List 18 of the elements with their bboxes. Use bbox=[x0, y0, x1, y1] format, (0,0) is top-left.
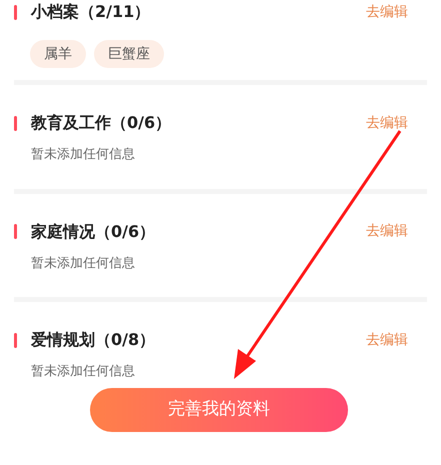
edit-link[interactable]: 去编辑 bbox=[366, 2, 408, 22]
section-title: 教育及工作（0/6） bbox=[31, 112, 172, 134]
complete-profile-button[interactable]: 完善我的资料 bbox=[90, 388, 348, 432]
section-marker bbox=[14, 224, 17, 239]
section-marker bbox=[14, 116, 17, 130]
edit-link[interactable]: 去编辑 bbox=[366, 221, 408, 242]
section-title: 爱情规划（0/8） bbox=[31, 329, 156, 351]
empty-note: 暂未添加任何信息 bbox=[31, 254, 136, 272]
section-title: 小档案（2/11） bbox=[31, 1, 150, 23]
tag: 属羊 bbox=[30, 40, 86, 68]
tag: 巨蟹座 bbox=[94, 40, 164, 68]
section-title: 家庭情况（0/6） bbox=[31, 220, 156, 242]
edit-link[interactable]: 去编辑 bbox=[366, 112, 408, 134]
empty-note: 暂未添加任何信息 bbox=[31, 146, 136, 164]
edit-link[interactable]: 去编辑 bbox=[366, 330, 408, 350]
section-marker bbox=[14, 332, 17, 348]
section-marker bbox=[14, 4, 17, 20]
empty-note: 暂未添加任何信息 bbox=[31, 363, 136, 381]
